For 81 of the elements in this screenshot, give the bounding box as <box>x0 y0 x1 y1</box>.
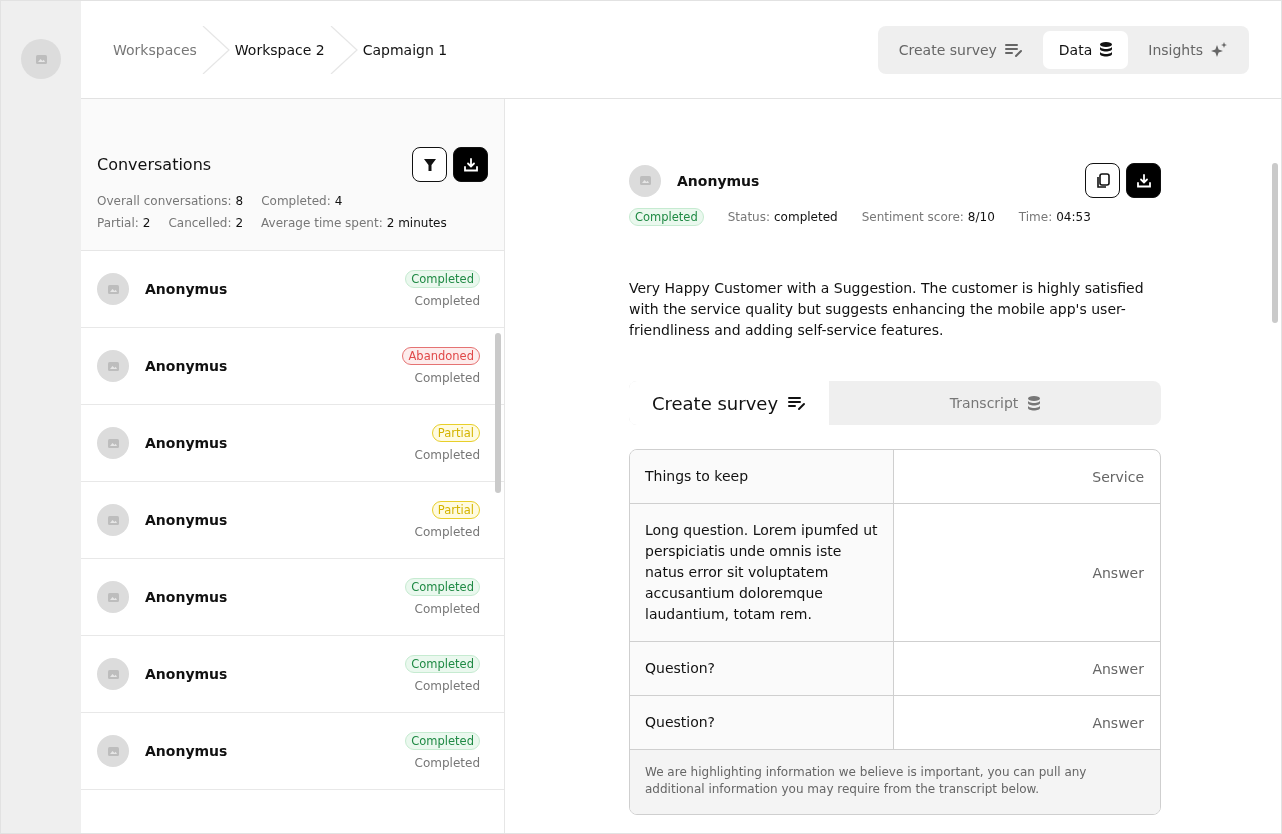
scrollbar[interactable] <box>495 333 501 493</box>
note-text: We are highlighting information we believe is important, you can pull any additional information you may require from the transcript below. <box>630 750 1160 814</box>
image-icon <box>107 515 119 525</box>
status-text: Completed <box>414 294 480 308</box>
meta-text: Time: 04:53 <box>1018 210 1091 224</box>
chevron-separator-icon <box>200 25 231 74</box>
download-button[interactable] <box>1126 163 1161 198</box>
question-cell: Question? <box>630 642 894 695</box>
image-icon <box>107 669 119 679</box>
image-icon <box>107 438 119 448</box>
status-badge: Partial <box>431 501 480 519</box>
question-cell: Things to keep <box>630 450 894 503</box>
question-cell: Long question. Lorem ipumfed ut perspiciatis unde omnis iste natus error sit voluptatem accusantium doloremque laudantium, totam rem. <box>630 504 894 641</box>
answer-cell-text: Service <box>1091 467 1145 487</box>
scrollbar[interactable] <box>1272 163 1278 323</box>
status-badge: Completed <box>405 732 480 750</box>
copy-icon <box>1095 172 1110 189</box>
answer-cell-text: Answer <box>1091 659 1145 679</box>
database-icon <box>1028 395 1041 411</box>
image-icon <box>107 592 119 602</box>
conversation-row[interactable]: Anonymus Completed Completed <box>81 559 504 636</box>
status-text: Completed <box>414 448 480 462</box>
list-edit-icon <box>1004 41 1023 58</box>
summary-text: Very Happy Customer with a Suggestion. The customer is highly satisfied with the service quality but suggests enhancing the mobile app's user-friendliness and adding self-service features. <box>629 279 1145 340</box>
stat-text: Partial: 2 <box>97 216 151 230</box>
panel-title: Conversations <box>97 155 212 174</box>
status-text: Completed <box>414 371 480 385</box>
filter-button[interactable] <box>412 147 447 182</box>
breadcrumb-link[interactable]: Workspaces <box>113 41 197 58</box>
conversation-row[interactable]: Anonymus Completed Completed <box>81 713 504 790</box>
status-badge: Completed <box>405 655 480 673</box>
contact-name: Anonymus <box>145 281 229 297</box>
status-text: Completed <box>414 602 480 616</box>
contact-name: Anonymus <box>677 172 761 189</box>
contact-name: Anonymus <box>145 435 229 451</box>
contact-name: Anonymus <box>145 512 229 528</box>
copy-button[interactable] <box>1085 163 1120 198</box>
status-text: Completed <box>414 679 480 693</box>
view-tab[interactable]: Data <box>1042 30 1129 69</box>
stat-text: Cancelled: 2 <box>168 216 244 230</box>
download-icon <box>463 157 478 172</box>
content-tab[interactable]: Transcript <box>829 381 1161 425</box>
view-tab[interactable]: Create survey <box>882 30 1039 69</box>
stat-text: Completed: 4 <box>261 194 343 208</box>
contact-name: Anonymus <box>145 358 229 374</box>
stat-text: Average time spent: 2 minutes <box>261 216 447 230</box>
image-icon <box>107 284 119 294</box>
status-badge: Completed <box>405 578 480 596</box>
answer-cell-text: Answer <box>1091 713 1145 733</box>
answer-cell-text: Answer <box>1091 563 1145 583</box>
download-icon <box>1136 173 1151 188</box>
status-badge: Abandoned <box>402 347 480 365</box>
breadcrumb-link[interactable]: Capmaign 1 <box>362 41 448 58</box>
database-icon <box>1100 42 1113 57</box>
contact-name: Anonymus <box>145 589 229 605</box>
meta-text: Sentiment score: 8/10 <box>861 210 995 224</box>
list-edit-icon <box>788 395 807 411</box>
status-text: Completed <box>414 525 480 539</box>
image-icon <box>107 746 119 756</box>
content-tab[interactable]: Create survey <box>629 381 829 425</box>
conversation-row[interactable]: Anonymus Completed Completed <box>81 251 504 328</box>
breadcrumb-link[interactable]: Workspace 2 <box>234 41 325 58</box>
image-icon <box>639 176 651 185</box>
view-tab[interactable]: Insights <box>1132 30 1244 69</box>
conversation-row[interactable]: Anonymus Completed Completed <box>81 636 504 713</box>
status-badge: Completed <box>405 270 480 288</box>
filter-icon <box>423 158 436 171</box>
conversation-row[interactable]: Anonymus Partial Completed <box>81 482 504 559</box>
contact-name: Anonymus <box>145 666 229 682</box>
chevron-separator-icon <box>328 25 359 74</box>
status-badge: Partial <box>431 424 480 442</box>
status-text: Completed <box>414 756 480 770</box>
question-cell: Question? <box>630 696 894 749</box>
contact-name: Anonymus <box>145 743 229 759</box>
image-icon <box>35 54 47 64</box>
download-button[interactable] <box>453 147 488 182</box>
image-icon <box>107 361 119 371</box>
meta-text: Status: completed <box>727 210 838 224</box>
status-badge: Completed <box>629 208 704 226</box>
stat-text: Overall conversations: 8 <box>97 194 244 208</box>
sparkles-icon <box>1211 41 1228 58</box>
